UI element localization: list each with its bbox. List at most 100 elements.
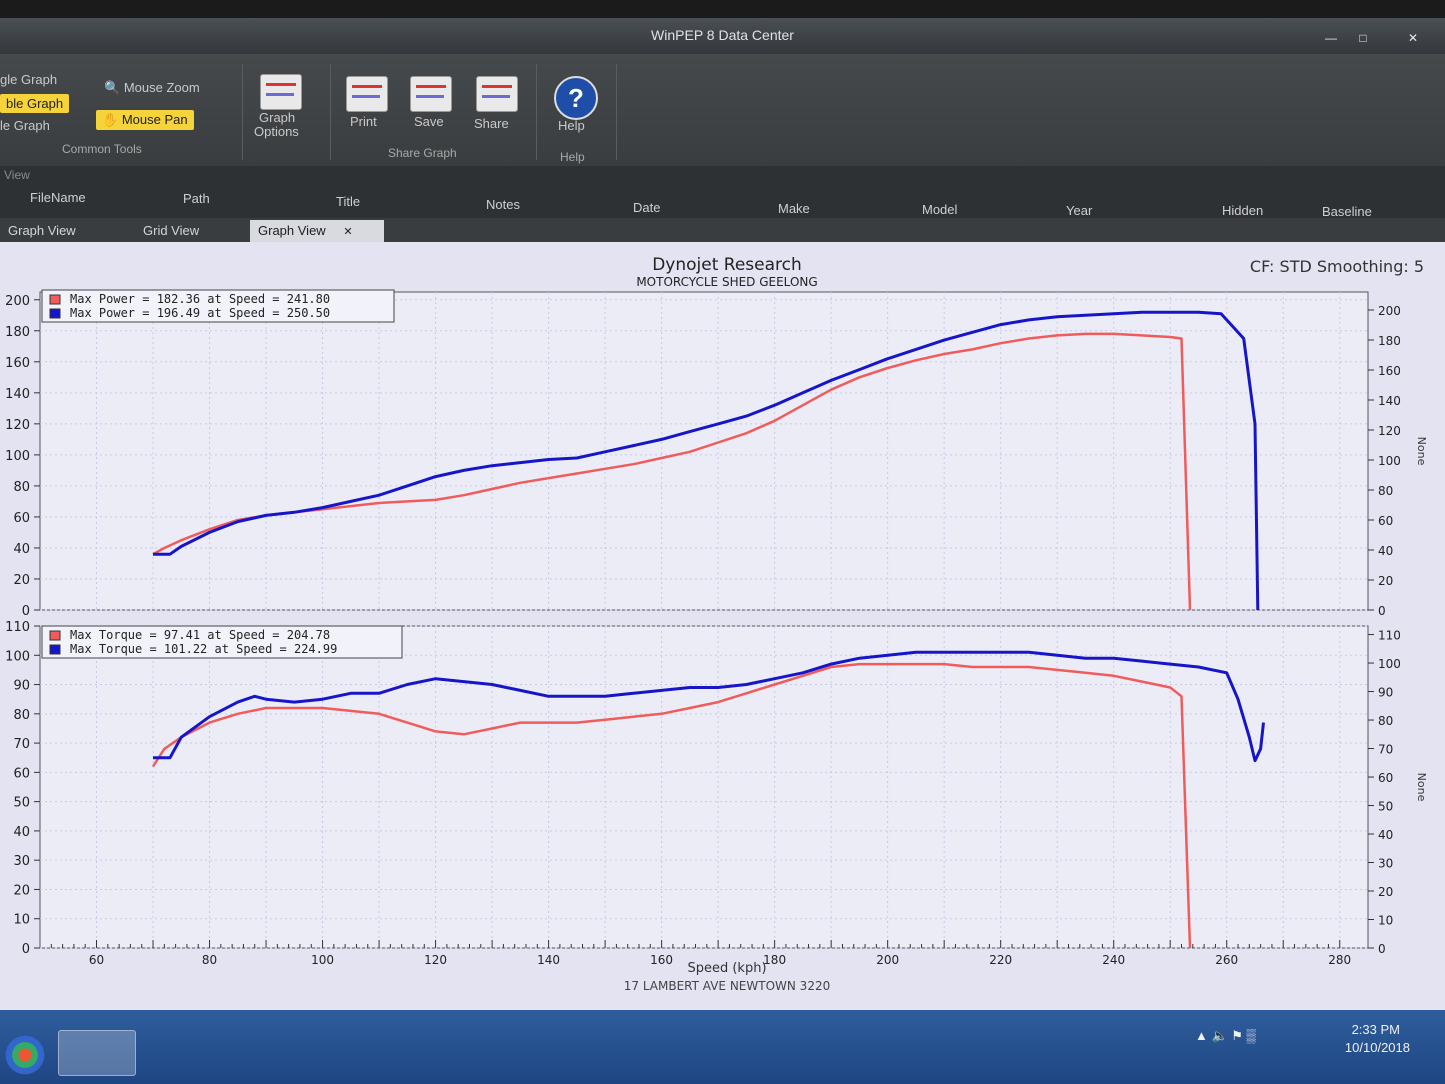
y-tick-label: 160 [5,356,30,371]
tab-grid-view[interactable]: Grid View [135,220,207,242]
y-right-tick-label: 20 [1378,574,1393,588]
y-right-tick-label: 40 [1378,828,1393,842]
y-tick-label: 60 [13,511,30,526]
help-group-label: Help [560,150,585,164]
tab-close-icon[interactable]: ✕ [343,226,352,238]
graph-area: Dynojet Research MOTORCYCLE SHED GEELONG… [0,242,1445,1010]
ribbon-divider [242,64,243,160]
x-tick-label: 240 [1102,953,1125,967]
legend-entry: Max Power = 182.36 at Speed = 241.80 [70,292,330,306]
legend-entry: Max Power = 196.49 at Speed = 250.50 [70,306,330,320]
maximize-button[interactable]: □ [1348,30,1378,46]
y-right-tick-label: 30 [1378,857,1393,871]
y-tick-label: 100 [5,649,30,664]
x-tick-label: 80 [202,953,217,967]
mouse-pan-button[interactable]: ✋ Mouse Pan [96,110,194,130]
y-right-tick-label: 60 [1378,514,1393,528]
y-right-tick-label: 180 [1378,334,1401,348]
triple-graph-option[interactable]: le Graph [0,118,50,133]
legend-entry: Max Torque = 97.41 at Speed = 204.78 [70,628,330,642]
x-tick-label: 100 [311,953,334,967]
column-baseline[interactable]: Baseline [1322,204,1372,219]
save-label: Save [414,114,444,129]
y-right-tick-label: 90 [1378,686,1393,700]
double-graph-option[interactable]: ble Graph [0,94,70,113]
ribbon-divider [616,64,617,160]
column-notes[interactable]: Notes [486,197,520,212]
mouse-zoom-label: Mouse Zoom [123,80,200,95]
save-icon[interactable] [410,76,452,112]
y-right-tick-label: 100 [1378,454,1401,468]
help-label: Help [558,118,585,133]
y-right-tick-label: 70 [1378,743,1393,757]
y-tick-label: 0 [22,604,30,619]
legend-swatch [49,294,61,305]
graph-options-icon[interactable] [260,74,302,110]
y-tick-label: 0 [22,942,30,957]
y-right-tick-label: 10 [1378,914,1393,928]
print-icon[interactable] [346,76,388,112]
y-tick-label: 90 [13,679,30,694]
y-tick-label: 10 [13,913,30,928]
ribbon: gle Graph ble Graph le Graph 🔍 Mouse Zoo… [0,54,1445,166]
legend-entry: Max Torque = 101.22 at Speed = 224.99 [70,642,337,656]
y-right-axis-label: None [1415,773,1428,802]
column-date[interactable]: Date [633,200,660,215]
tab-graph-view-active[interactable]: Graph View ✕ [250,220,384,242]
y-tick-label: 180 [5,325,30,340]
help-icon[interactable]: ? [554,76,598,120]
share-icon[interactable] [476,76,518,112]
column-year[interactable]: Year [1066,203,1092,218]
y-right-tick-label: 40 [1378,544,1393,558]
x-tick-label: 120 [424,953,447,967]
plot-area [39,291,1369,611]
column-model[interactable]: Model [922,202,957,217]
y-tick-label: 70 [13,737,30,752]
y-right-tick-label: 60 [1378,771,1393,785]
y-tick-label: 80 [13,480,30,495]
x-tick-label: 60 [89,953,104,967]
legend-swatch [49,644,61,655]
close-button[interactable]: ✕ [1398,30,1428,46]
window-title: WinPEP 8 Data Center [651,27,794,43]
chart-subtitle: MOTORCYCLE SHED GEELONG [636,275,817,289]
column-title[interactable]: Title [336,194,360,209]
y-tick-label: 200 [5,294,30,309]
magnifier-icon: 🔍 [104,80,121,95]
x-tick-label: 260 [1215,953,1238,967]
x-tick-label: 200 [876,953,899,967]
minimize-button[interactable]: — [1316,30,1346,46]
tray-icons: ▲ 🔈 ⚑ ▒ [1195,1028,1256,1043]
mouse-zoom-button[interactable]: 🔍 Mouse Zoom [104,80,200,96]
tray-date: 10/10/2018 [1344,1040,1410,1055]
single-graph-option[interactable]: gle Graph [0,72,57,87]
y-tick-label: 20 [13,573,30,588]
column-hidden[interactable]: Hidden [1222,203,1263,218]
y-right-tick-label: 110 [1378,629,1401,643]
ribbon-divider [330,64,331,160]
column-filename[interactable]: FileName [30,190,86,205]
x-axis-label: Speed (kph) [687,961,766,976]
x-tick-label: 280 [1328,953,1351,967]
y-right-tick-label: 140 [1378,394,1401,408]
y-tick-label: 100 [5,449,30,464]
taskbar-app-winpep[interactable] [58,1030,136,1076]
column-path[interactable]: Path [183,191,210,206]
tray-time: 2:33 PM [1351,1022,1400,1037]
tab-graph-view-1[interactable]: Graph View [0,220,84,242]
y-right-tick-label: 200 [1378,304,1401,318]
y-right-tick-label: 20 [1378,885,1393,899]
start-button[interactable] [0,1030,50,1080]
column-make[interactable]: Make [778,201,810,216]
title-bar: WinPEP 8 Data Center — □ ✕ [0,18,1445,54]
view-tabs: Graph View Grid View Graph View ✕ [0,218,1445,242]
y-tick-label: 110 [5,620,30,635]
footer-address: 17 LAMBERT AVE NEWTOWN 3220 [624,979,830,993]
cf-smoothing-label: CF: STD Smoothing: 5 [1250,257,1424,276]
y-tick-label: 40 [13,542,30,557]
legend-swatch [49,630,61,641]
graph-options-label-2: Options [254,124,299,139]
y-right-tick-label: 100 [1378,657,1401,671]
graph-options-label-1: Graph [259,110,296,125]
y-tick-label: 120 [5,418,30,433]
